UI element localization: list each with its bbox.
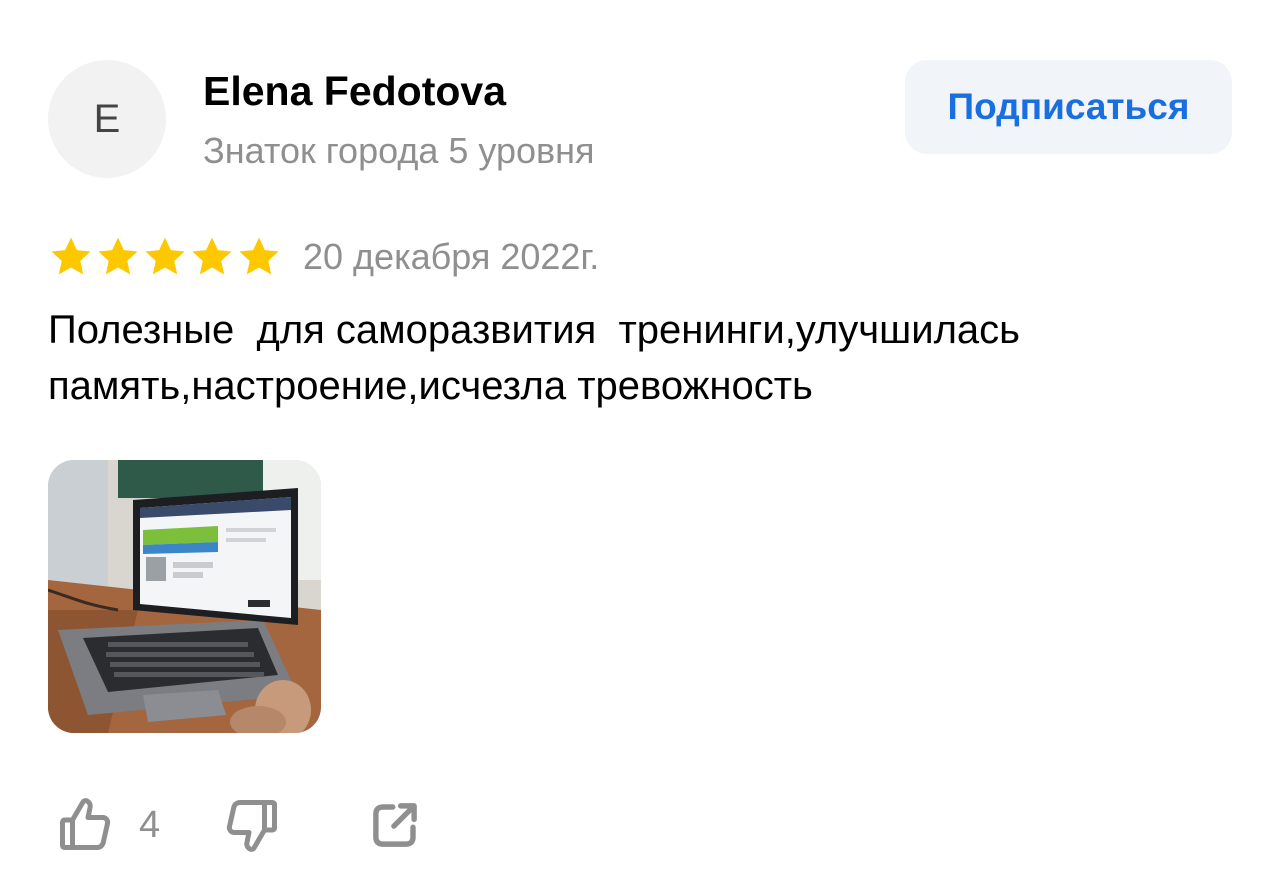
thumbs-up-icon bbox=[60, 798, 111, 850]
laptop-photo-image bbox=[48, 460, 321, 733]
thumbs-down-icon bbox=[227, 800, 278, 852]
rating-row: 20 декабря 2022г. bbox=[48, 232, 599, 282]
review-text: Полезные для саморазвития тренинги,улучш… bbox=[48, 308, 1020, 408]
dislike-button[interactable] bbox=[222, 795, 282, 855]
review-photo[interactable] bbox=[48, 460, 321, 733]
author-level: Знаток города 5 уровня bbox=[203, 130, 595, 171]
like-button[interactable]: 4 bbox=[55, 795, 160, 855]
share-icon bbox=[373, 803, 417, 847]
star-icon bbox=[145, 237, 185, 275]
star-icon bbox=[239, 237, 279, 275]
subscribe-button-label: Подписаться bbox=[947, 86, 1190, 127]
review-actions: 4 bbox=[55, 790, 422, 860]
avatar-initial: E bbox=[93, 96, 121, 141]
star-icon bbox=[192, 237, 232, 275]
star-icon bbox=[51, 237, 91, 275]
share-button[interactable] bbox=[368, 798, 422, 852]
star-icon bbox=[98, 237, 138, 275]
author-name[interactable]: Elena Fedotova bbox=[203, 68, 506, 115]
review-date: 20 декабря 2022г. bbox=[303, 236, 600, 277]
subscribe-button[interactable]: Подписаться bbox=[905, 60, 1232, 154]
avatar[interactable]: E bbox=[48, 60, 166, 178]
like-count: 4 bbox=[139, 803, 161, 846]
star-rating bbox=[48, 234, 283, 280]
